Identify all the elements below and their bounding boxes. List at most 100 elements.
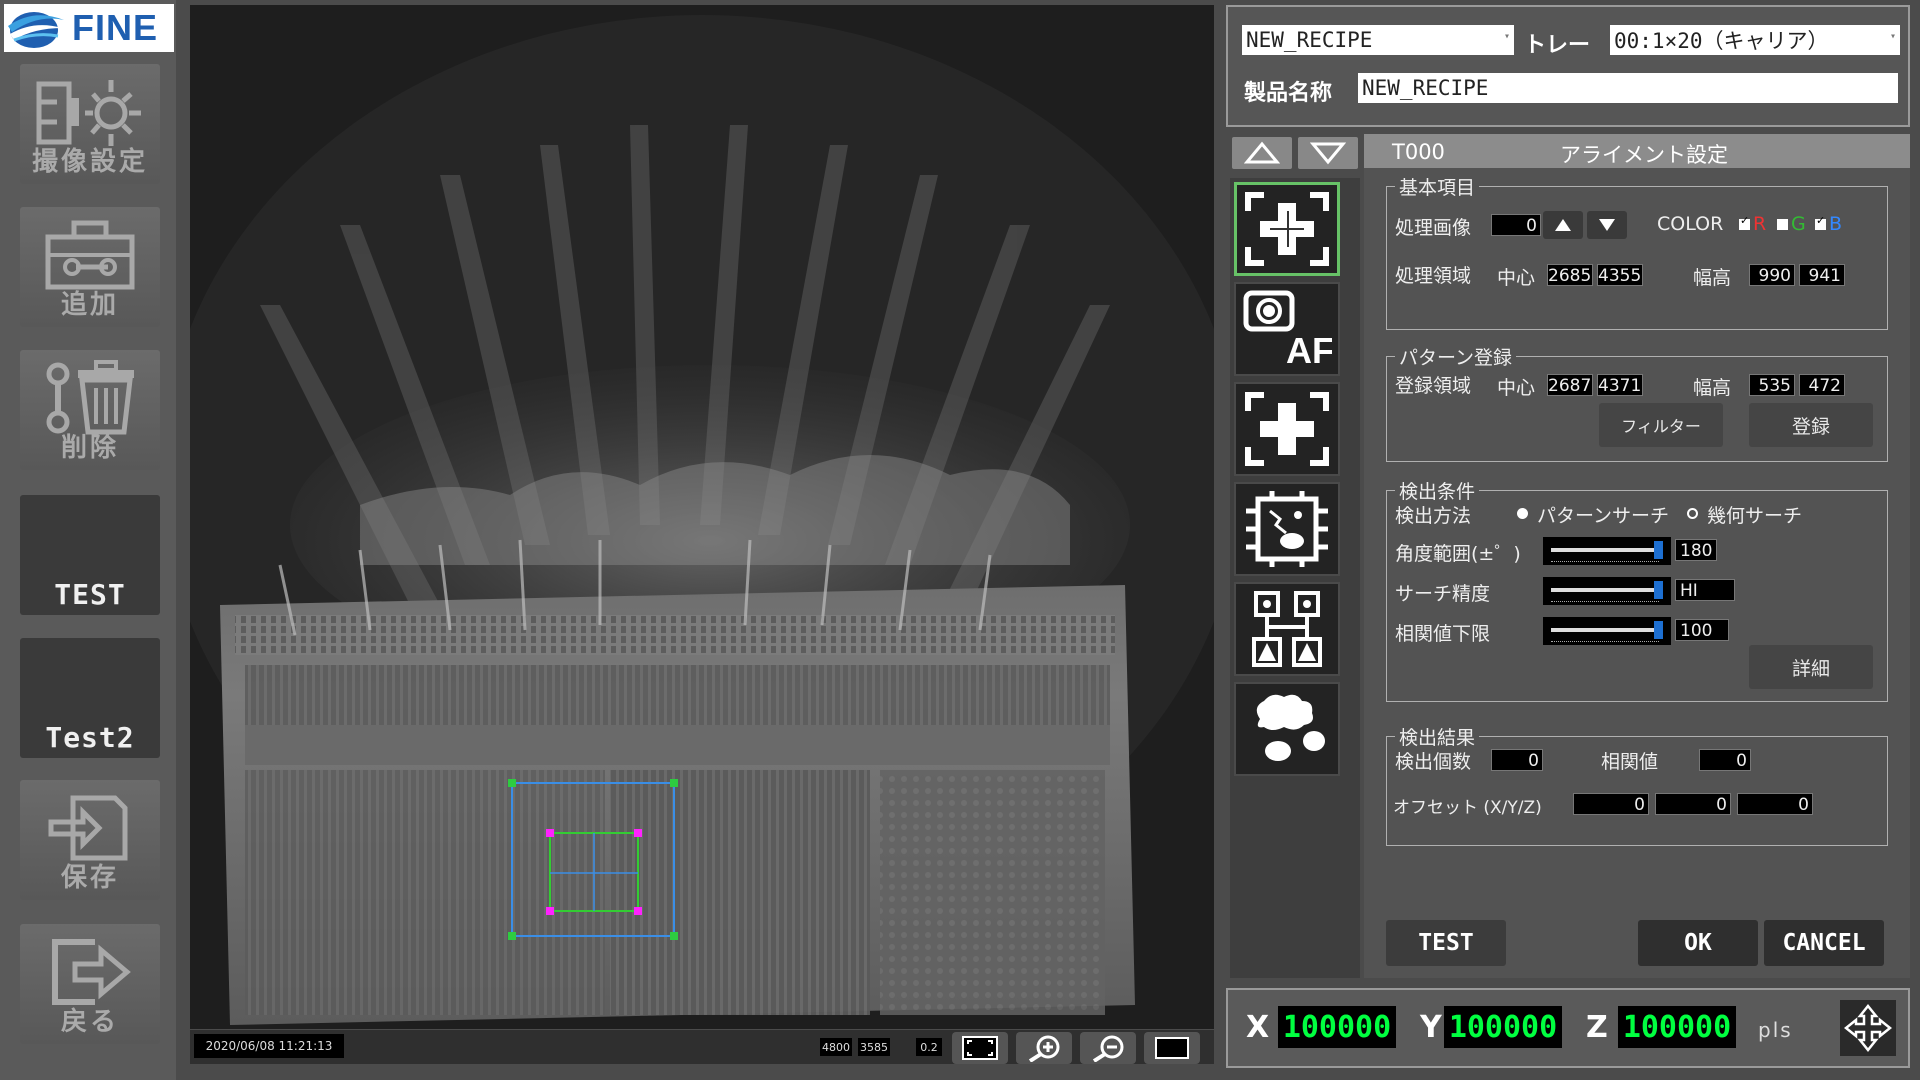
pattern-center-label: 中心	[1497, 377, 1536, 399]
tray-select[interactable]: 00:1×20（キャリア） ▾	[1610, 25, 1900, 55]
product-name-value: NEW_RECIPE	[1362, 76, 1489, 100]
corr-threshold-slider[interactable]	[1543, 617, 1671, 645]
test-recipe-button[interactable]: TEST	[20, 495, 160, 615]
fit-screen-button[interactable]	[952, 1032, 1008, 1064]
zoom-out-button[interactable]	[1080, 1032, 1136, 1064]
detail-button[interactable]: 詳細	[1749, 645, 1873, 689]
product-name-input[interactable]: NEW_RECIPE	[1358, 73, 1898, 103]
zoom-value: 0.2	[916, 1038, 942, 1056]
area-width[interactable]: 990	[1749, 264, 1795, 286]
color-b-checkbox[interactable]: ✓	[1815, 214, 1826, 230]
image-value[interactable]: 0	[1491, 214, 1541, 236]
tool-up-button[interactable]	[1232, 137, 1292, 169]
autofocus-icon: AF	[1243, 290, 1332, 369]
area-label: 処理領域	[1395, 265, 1472, 287]
blob-icon	[1256, 694, 1325, 761]
zoom-in-button[interactable]	[1016, 1032, 1072, 1064]
camera-settings-button[interactable]: 撮像設定	[20, 64, 160, 184]
size-label: 幅高	[1693, 267, 1732, 289]
settings-title: アライメント設定	[1560, 143, 1728, 167]
pattern-center-y[interactable]: 4371	[1597, 374, 1643, 396]
pattern-group: パターン登録 登録領域 中心 2687 4371 幅高 535 472 フィルタ…	[1386, 343, 1888, 462]
image-down-button[interactable]	[1587, 211, 1627, 239]
basic-group-title: 基本項目	[1395, 173, 1480, 200]
camera-light-icon	[20, 72, 160, 152]
result-group-title: 検出結果	[1395, 723, 1480, 750]
fit-screen-icon	[962, 1036, 998, 1060]
method-pattern-radio[interactable]	[1517, 508, 1528, 519]
method-geometric-label: 幾何サーチ	[1707, 505, 1803, 527]
z-axis-label: Z	[1586, 1010, 1608, 1045]
window-icon	[1155, 1037, 1189, 1059]
image-label: 処理画像	[1395, 217, 1472, 239]
angle-slider[interactable]	[1543, 537, 1671, 565]
count-label: 検出個数	[1395, 751, 1472, 773]
back-button[interactable]: 戻る	[20, 924, 160, 1044]
add-button[interactable]: 追加	[20, 207, 160, 327]
area-center-x[interactable]: 2685	[1547, 264, 1593, 286]
fullscreen-button[interactable]	[1144, 1032, 1200, 1064]
image-up-button[interactable]	[1543, 211, 1583, 239]
test2-recipe-button[interactable]: Test2	[20, 638, 160, 758]
move-arrows-icon	[1843, 1003, 1893, 1053]
triangle-down-icon	[1310, 142, 1346, 165]
filter-button[interactable]: フィルター	[1599, 403, 1723, 447]
detect-group: 検出条件 検出方法 パターンサーチ 幾何サーチ 角度範囲(±゜) 180 サーチ…	[1386, 477, 1888, 702]
tool-down-button[interactable]	[1298, 137, 1358, 169]
y-position: 100000	[1444, 1006, 1562, 1048]
tool-autofocus[interactable]: AF	[1234, 282, 1340, 376]
left-toolbar: FINE 撮像設定 追加 削除 TEST Test2 保存 戻る	[0, 0, 176, 1080]
position-unit: pls	[1758, 1018, 1793, 1042]
recipe-select[interactable]: NEW_RECIPE ▾	[1242, 25, 1514, 55]
pattern-group-title: パターン登録	[1395, 343, 1517, 370]
triangle-up-icon	[1244, 141, 1280, 164]
exit-arrow-icon	[20, 932, 160, 1012]
save-button[interactable]: 保存	[20, 780, 160, 900]
jog-button[interactable]	[1840, 1000, 1896, 1056]
cancel-button[interactable]: CANCEL	[1764, 920, 1884, 966]
tool-alignment[interactable]	[1234, 182, 1340, 276]
area-height[interactable]: 941	[1799, 264, 1845, 286]
method-label: 検出方法	[1395, 505, 1472, 527]
color-b-label: B	[1829, 213, 1843, 235]
color-g-label: G	[1791, 213, 1806, 235]
ok-button[interactable]: OK	[1638, 920, 1758, 966]
logo-text: FINE	[72, 7, 159, 48]
pattern-height[interactable]: 472	[1799, 374, 1845, 396]
tool-chip-inspection[interactable]	[1234, 482, 1340, 576]
tool-pattern-match[interactable]	[1234, 582, 1340, 676]
pattern-center-x[interactable]: 2687	[1547, 374, 1593, 396]
pattern-width[interactable]: 535	[1749, 374, 1795, 396]
corr-threshold-label: 相関値下限	[1395, 623, 1491, 645]
globe-logo-icon	[4, 6, 66, 50]
camera-view[interactable]	[190, 5, 1214, 1029]
area-center-y[interactable]: 4355	[1597, 264, 1643, 286]
precision-slider[interactable]	[1543, 577, 1671, 605]
basic-group: 基本項目 処理画像 0 COLOR ✓ R G ✓ B 処理領域 中心 2685…	[1386, 173, 1888, 330]
alignment-cross-icon	[1245, 192, 1329, 266]
test-button[interactable]: TEST	[1386, 920, 1506, 966]
register-button[interactable]: 登録	[1749, 403, 1873, 447]
angle-label: 角度範囲(±゜)	[1395, 543, 1521, 565]
color-g-checkbox[interactable]	[1777, 219, 1788, 230]
triangle-up-icon	[1555, 219, 1571, 231]
chip-defect-icon	[1246, 491, 1328, 567]
tool-list-arrows	[1232, 137, 1362, 171]
tool-cross[interactable]	[1234, 382, 1340, 476]
offset-label: オフセット (X/Y/Z)	[1393, 798, 1542, 818]
x-axis-label: X	[1246, 1010, 1270, 1045]
y-axis-label: Y	[1420, 1010, 1442, 1045]
corr-threshold-value[interactable]: 100	[1675, 619, 1729, 641]
view-status-bar: 2020/06/08 11:21:13 4800 3585 0.2	[190, 1030, 1214, 1064]
angle-value[interactable]: 180	[1675, 539, 1717, 561]
color-label: COLOR	[1657, 213, 1724, 235]
test-recipe-label: TEST	[54, 578, 126, 611]
method-geometric-radio[interactable]	[1687, 508, 1698, 519]
tool-list: AF	[1230, 178, 1360, 978]
color-r-label: R	[1753, 213, 1767, 235]
svg-text:AF: AF	[1286, 330, 1332, 369]
delete-button[interactable]: 削除	[20, 350, 160, 470]
tool-blob[interactable]	[1234, 682, 1340, 776]
precision-value: HI	[1675, 579, 1735, 601]
color-r-checkbox[interactable]: ✓	[1739, 214, 1750, 230]
